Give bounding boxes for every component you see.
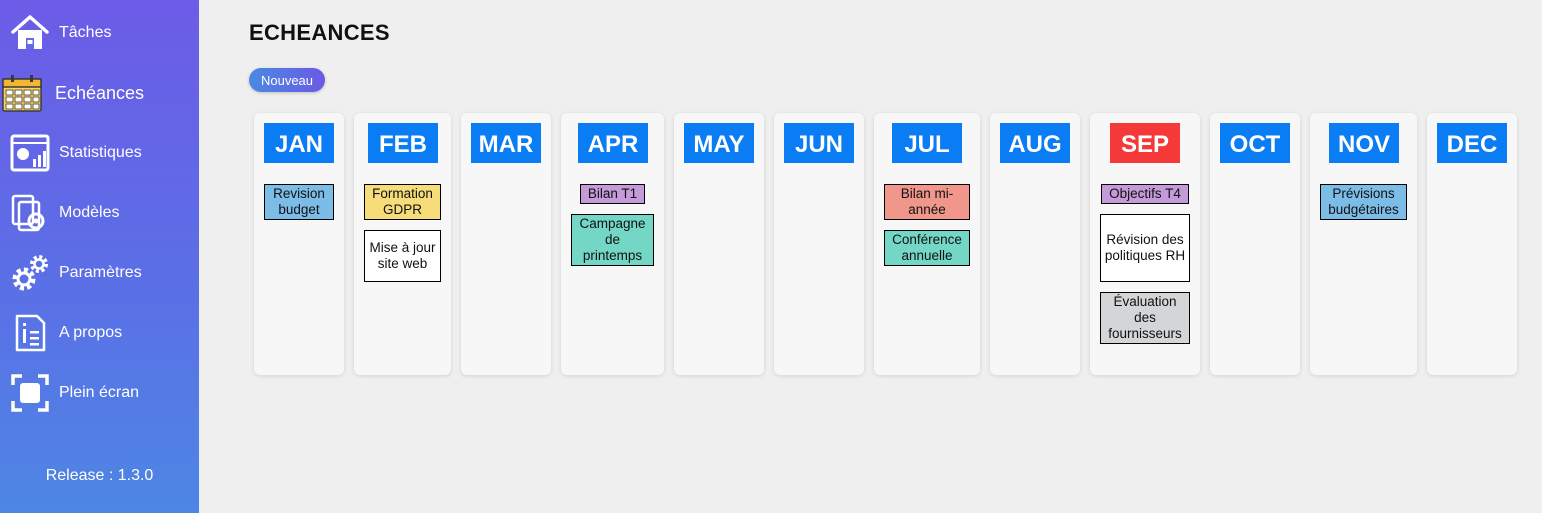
month-column-jun: JUN xyxy=(774,113,864,375)
event-card[interactable]: Objectifs T4 xyxy=(1101,184,1189,204)
month-header: OCT xyxy=(1220,123,1290,163)
month-column-feb: FEB Formation GDPR Mise à jour site web xyxy=(354,113,451,375)
month-column-aug: AUG xyxy=(990,113,1080,375)
new-button[interactable]: Nouveau xyxy=(249,68,325,92)
event-card[interactable]: Formation GDPR xyxy=(364,184,441,220)
fullscreen-icon xyxy=(10,373,50,413)
event-card[interactable]: Revision budget xyxy=(264,184,334,220)
month-column-sep: SEP Objectifs T4 Révision des politiques R… xyxy=(1090,113,1200,375)
event-card[interactable]: Conférence annuelle xyxy=(884,230,970,266)
sidebar-item-taches[interactable]: Tâches xyxy=(0,5,199,61)
sidebar-item-plein-ecran[interactable]: Plein écran xyxy=(0,365,199,421)
month-column-dec: DEC xyxy=(1427,113,1517,375)
month-column-oct: OCT xyxy=(1210,113,1300,375)
event-card[interactable]: Révision des politiques RH xyxy=(1100,214,1190,282)
info-icon xyxy=(10,313,50,353)
sidebar-item-parametres[interactable]: Paramètres xyxy=(0,245,199,301)
statistics-icon xyxy=(10,133,50,173)
month-header: JUL xyxy=(892,123,962,163)
sidebar-item-label: Paramètres xyxy=(59,264,142,281)
month-column-may: MAY xyxy=(674,113,764,375)
templates-icon xyxy=(10,193,50,233)
month-header: MAY xyxy=(684,123,754,163)
event-card[interactable]: Évaluation des fournisseurs xyxy=(1100,292,1190,344)
event-card[interactable]: Bilan mi-année xyxy=(884,184,970,220)
month-header: SEP xyxy=(1110,123,1180,163)
month-header: NOV xyxy=(1329,123,1399,163)
month-column-apr: APR Bilan T1 Campagne de printemps xyxy=(561,113,664,375)
home-icon xyxy=(10,13,50,53)
sidebar-item-label: Statistiques xyxy=(59,144,142,161)
sidebar-item-echeances[interactable]: Echéances xyxy=(0,65,199,121)
month-header: AUG xyxy=(1000,123,1070,163)
month-header: DEC xyxy=(1437,123,1507,163)
sidebar-item-a-propos[interactable]: A propos xyxy=(0,305,199,361)
event-card[interactable]: Bilan T1 xyxy=(580,184,645,204)
sidebar-item-label: Echéances xyxy=(55,82,145,103)
calendar-icon xyxy=(2,73,42,113)
sidebar: Tâches Echéances Statistiques Modèles Pa… xyxy=(0,0,199,513)
sidebar-item-label: Plein écran xyxy=(59,384,140,401)
sidebar-item-modeles[interactable]: Modèles xyxy=(0,185,199,241)
event-card[interactable]: Prévisions budgétaires xyxy=(1320,184,1407,220)
settings-icon xyxy=(10,253,50,293)
month-header: JAN xyxy=(264,123,334,163)
sidebar-item-label: A propos xyxy=(59,324,123,341)
month-header: APR xyxy=(578,123,648,163)
event-card[interactable]: Mise à jour site web xyxy=(364,230,441,282)
month-header: MAR xyxy=(471,123,541,163)
sidebar-item-label: Modèles xyxy=(59,204,120,221)
month-column-jan: JAN Revision budget xyxy=(254,113,344,375)
month-header: FEB xyxy=(368,123,438,163)
month-column-mar: MAR xyxy=(461,113,551,375)
page-title: ECHEANCES xyxy=(249,20,390,45)
sidebar-item-statistiques[interactable]: Statistiques xyxy=(0,125,199,181)
sidebar-item-label: Tâches xyxy=(59,24,112,41)
month-column-nov: NOV Prévisions budgétaires xyxy=(1310,113,1417,375)
month-header: JUN xyxy=(784,123,854,163)
release-version: Release : 1.3.0 xyxy=(45,467,154,484)
month-column-jul: JUL Bilan mi-année Conférence annuelle xyxy=(874,113,980,375)
event-card[interactable]: Campagne de printemps xyxy=(571,214,654,266)
